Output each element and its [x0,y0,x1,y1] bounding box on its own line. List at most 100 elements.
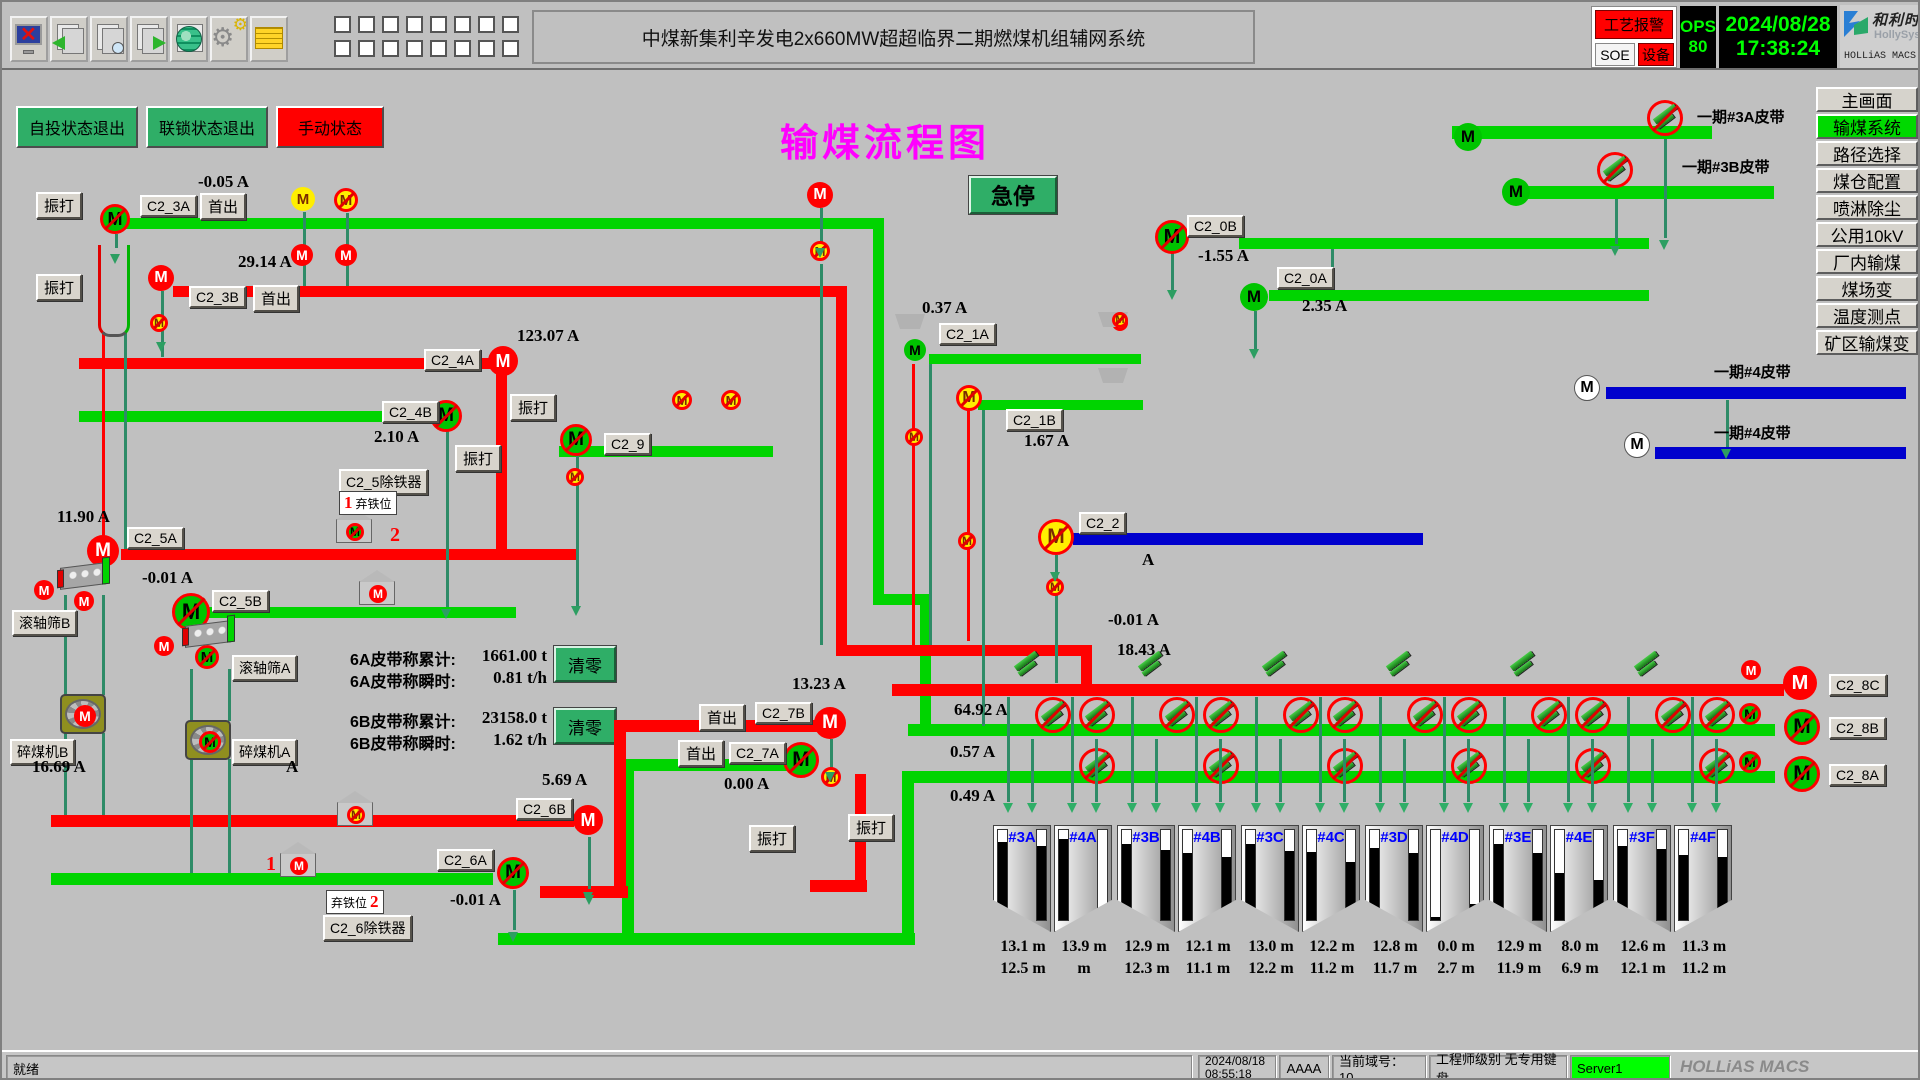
equipment-tag[interactable]: C2_1A [939,323,996,345]
motor-indicator[interactable]: M [1240,283,1268,311]
motor-indicator[interactable]: M [172,593,210,631]
equipment-tag[interactable]: C2_1B [1006,409,1063,431]
motor-indicator[interactable]: M [1112,312,1128,328]
motor-indicator[interactable]: M [905,428,923,446]
roller-screen-icon[interactable] [60,562,106,590]
motor-indicator[interactable]: M [497,857,529,889]
sidebar-item-7[interactable]: 厂内输煤 [1816,249,1918,274]
motor-indicator[interactable]: M [430,400,462,432]
equipment-tag[interactable]: C2_4B [382,401,439,423]
sidebar-item-6[interactable]: 公用10kV [1816,222,1918,247]
motor-indicator[interactable]: M [100,204,130,234]
equipment-tag[interactable]: C2_6除铁器 [323,915,412,941]
sidebar-item-1[interactable]: 主画面 [1816,87,1918,112]
auto-mode-exit-button[interactable]: 自投状态退出 [16,106,138,148]
monitor-close-button[interactable]: ✕ [10,16,48,62]
page-forward-button[interactable] [130,16,168,62]
action-button[interactable]: 振打 [848,814,894,841]
roller-screen-icon[interactable] [185,620,231,648]
equipment-tag[interactable]: C2_5A [127,527,184,549]
motor-indicator[interactable]: M [1784,756,1820,792]
equipment-tag[interactable]: C2_0A [1277,267,1334,289]
sidebar-item-8[interactable]: 煤场变 [1816,276,1918,301]
equipment-tag[interactable]: C2_0B [1187,215,1244,237]
motor-indicator[interactable]: M [1038,519,1074,555]
action-button[interactable]: 振打 [36,192,82,219]
equipment-tag[interactable]: C2_8B [1829,717,1886,739]
soe-button[interactable]: SOE [1595,43,1635,66]
motor-indicator[interactable]: M [34,580,54,600]
tripper-gate-crossed[interactable] [1699,697,1735,733]
tripper-gate-crossed[interactable] [1647,100,1683,136]
tripper-gate-crossed[interactable] [1203,748,1239,784]
motor-indicator[interactable]: M [148,265,174,291]
tripper-gate-crossed[interactable] [1531,697,1567,733]
process-alarm-button[interactable]: 工艺报警 [1595,10,1673,39]
motor-indicator[interactable]: M [814,707,846,739]
equipment-tag[interactable]: C2_6A [437,849,494,871]
tripper-gate[interactable] [1259,652,1293,682]
equipment-tag[interactable]: C2_5除铁器 [339,469,428,495]
sidebar-item-2[interactable]: 输煤系统 [1816,114,1918,139]
action-button[interactable]: 首出 [200,193,246,220]
interlock-mode-exit-button[interactable]: 联锁状态退出 [146,106,268,148]
motor-indicator[interactable]: M [369,585,387,603]
action-button[interactable]: 振打 [749,825,795,852]
motor-indicator[interactable]: M [488,346,518,376]
motor-indicator[interactable]: M [335,244,357,266]
sidebar-item-9[interactable]: 温度测点 [1816,303,1918,328]
equipment-tag[interactable]: C2_8A [1829,764,1886,786]
motor-indicator[interactable]: M [1784,709,1820,745]
sidebar-item-10[interactable]: 矿区输煤变 [1816,330,1918,355]
tripper-gate[interactable] [1507,652,1541,682]
motor-indicator[interactable]: M [1739,751,1761,773]
equipment-tag[interactable]: 滚轴筛A [232,655,297,681]
equipment-tag[interactable]: C2_6B [516,798,573,820]
motor-indicator[interactable]: M [956,385,982,411]
equipment-tag[interactable]: C2_4A [424,349,481,371]
tripper-gate-crossed[interactable] [1079,697,1115,733]
tripper-gate-crossed[interactable] [1159,697,1195,733]
motor-indicator[interactable]: M [290,857,308,875]
equipment-tag[interactable]: 碎煤机B [10,739,75,765]
motor-indicator[interactable]: M [904,339,926,361]
motor-indicator[interactable]: M [783,742,819,778]
tripper-gate-crossed[interactable] [1327,697,1363,733]
motor-indicator[interactable]: M [1155,220,1189,254]
tripper-gate-crossed[interactable] [1451,748,1487,784]
motor-indicator[interactable]: M [958,532,976,550]
motor-indicator[interactable]: M [566,468,584,486]
tripper-gate-crossed[interactable] [1203,697,1239,733]
equipment-tag[interactable]: C2_2 [1079,512,1126,534]
motor-indicator[interactable]: M [573,805,603,835]
equipment-tag[interactable]: 滚轴筛B [12,610,77,636]
motor-indicator[interactable]: M [1454,123,1482,151]
equipment-tag[interactable]: C2_3B [189,286,246,308]
motor-indicator[interactable]: M [74,705,96,727]
manual-mode-button[interactable]: 手动状态 [276,106,384,148]
browser-globe-button[interactable] [170,16,208,62]
motor-indicator[interactable]: M [807,182,833,208]
tripper-gate-crossed[interactable] [1575,697,1611,733]
tripper-gate[interactable] [1135,652,1169,682]
notes-button[interactable] [250,16,288,62]
page-history-button[interactable] [90,16,128,62]
action-button[interactable]: 振打 [510,394,556,421]
crusher-icon[interactable]: M [185,720,231,760]
motor-indicator[interactable]: M [721,390,741,410]
action-button[interactable]: 首出 [678,740,724,767]
motor-indicator[interactable]: M [1112,315,1128,331]
tripper-gate-crossed[interactable] [1407,697,1443,733]
motor-indicator[interactable]: M [1574,375,1600,401]
equipment-tag[interactable]: 碎煤机A [232,739,297,765]
equipment-tag[interactable]: C2_7B [755,702,812,724]
tripper-gate-crossed[interactable] [1575,748,1611,784]
tripper-gate-crossed[interactable] [1327,748,1363,784]
page-back-button[interactable] [50,16,88,62]
action-button[interactable]: 振打 [455,445,501,472]
motor-indicator[interactable]: M [672,390,692,410]
clear-button[interactable]: 清零 [554,646,616,682]
motor-indicator[interactable]: M [195,645,219,669]
motor-indicator[interactable]: M [1739,703,1761,725]
tripper-gate[interactable] [1631,652,1665,682]
